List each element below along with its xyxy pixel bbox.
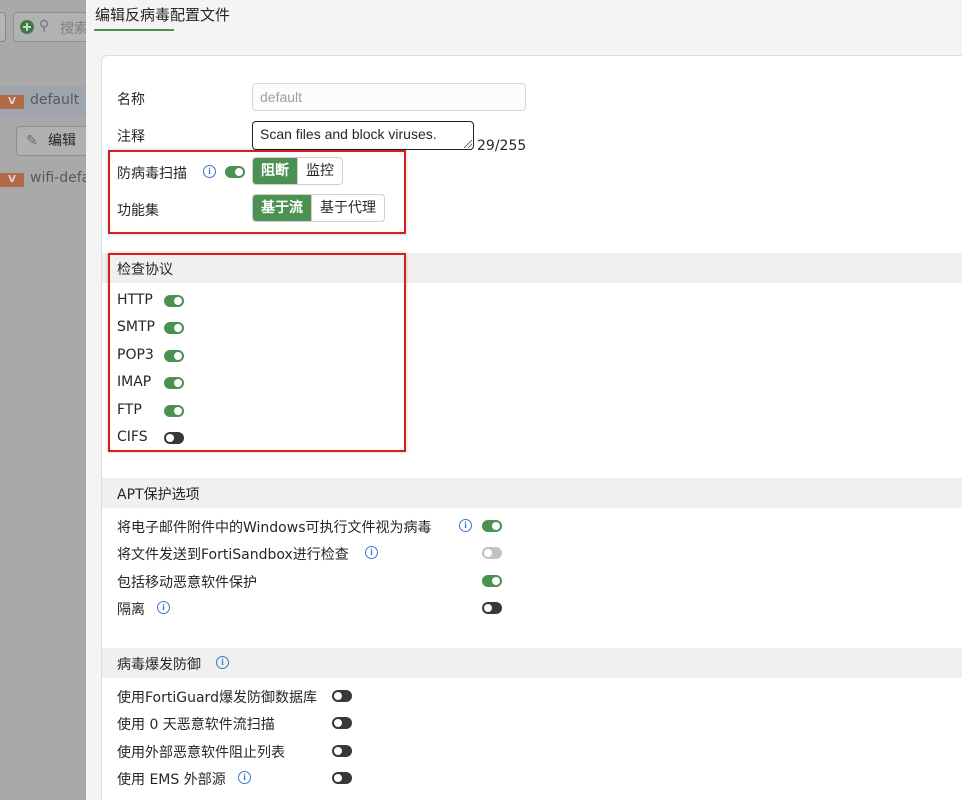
outbreak-toggle-zero-day-scan[interactable] [332, 717, 352, 729]
list-item[interactable]: V wifi-default [0, 164, 86, 194]
toolbar-button[interactable] [0, 12, 6, 42]
apt-option-label: 将电子邮件附件中的Windows可执行文件视为病毒 [117, 520, 432, 536]
resize-grip-icon[interactable] [464, 140, 472, 148]
title-underline [94, 29, 174, 31]
list-item-name: default [30, 92, 80, 108]
search-box[interactable]: ⚲ 搜索 [13, 12, 86, 42]
apt-option-label: 包括移动恶意软件保护 [117, 575, 257, 591]
info-icon[interactable]: i [365, 546, 378, 559]
name-label: 名称 [117, 92, 145, 108]
comment-label: 注释 [117, 129, 145, 145]
list-item[interactable]: V default [0, 86, 86, 116]
outbreak-option-label: 使用外部恶意软件阻止列表 [117, 745, 285, 761]
section-outbreak-prevention: 病毒爆发防御 i [102, 648, 962, 678]
comment-char-counter: 29/255 [477, 138, 527, 154]
pencil-icon: ✎ [26, 133, 38, 149]
info-icon[interactable]: i [459, 519, 472, 532]
background-list-page: ⚲ 搜索 V default ✎ 编辑 V wifi-default [0, 0, 86, 800]
add-icon[interactable] [20, 20, 34, 34]
search-placeholder: 搜索 [60, 21, 86, 37]
highlight-box-protocols [108, 253, 406, 452]
search-icon: ⚲ [39, 18, 50, 34]
type-badge: V [0, 173, 24, 187]
list-item-name: wifi-default [30, 170, 86, 186]
info-icon[interactable]: i [157, 601, 170, 614]
type-badge: V [0, 95, 24, 109]
panel-title: 编辑反病毒配置文件 [95, 6, 231, 24]
apt-toggle-fortisandbox [482, 547, 502, 559]
apt-toggle-windows-exe-as-virus[interactable] [482, 520, 502, 532]
section-title: APT保护选项 [117, 487, 200, 503]
outbreak-toggle-external-blocklist[interactable] [332, 745, 352, 757]
apt-toggle-mobile-malware[interactable] [482, 575, 502, 587]
outbreak-option-label: 使用 EMS 外部源 [117, 772, 226, 788]
section-apt-protection: APT保护选项 [102, 478, 962, 508]
info-icon[interactable]: i [216, 656, 229, 669]
outbreak-toggle-fortiguard-db[interactable] [332, 690, 352, 702]
name-input[interactable]: default [252, 83, 526, 111]
comment-text: Scan files and block viruses. [260, 126, 437, 142]
highlight-box-scan-settings [108, 150, 406, 234]
edit-antivirus-profile-panel: 编辑反病毒配置文件 名称 default 注释 Scan files and b… [86, 0, 962, 800]
outbreak-option-label: 使用 0 天恶意软件流扫描 [117, 717, 275, 733]
apt-option-label: 将文件发送到FortiSandbox进行检查 [117, 547, 349, 563]
info-icon[interactable]: i [238, 771, 251, 784]
outbreak-toggle-ems-feed[interactable] [332, 772, 352, 784]
apt-toggle-quarantine[interactable] [482, 602, 502, 614]
outbreak-option-label: 使用FortiGuard爆发防御数据库 [117, 690, 317, 706]
comment-textarea[interactable]: Scan files and block viruses. [252, 121, 474, 150]
edit-button[interactable]: ✎ 编辑 [16, 126, 86, 156]
apt-option-label: 隔离 [117, 602, 145, 618]
edit-button-label: 编辑 [48, 133, 76, 149]
section-title: 病毒爆发防御 [117, 657, 201, 673]
